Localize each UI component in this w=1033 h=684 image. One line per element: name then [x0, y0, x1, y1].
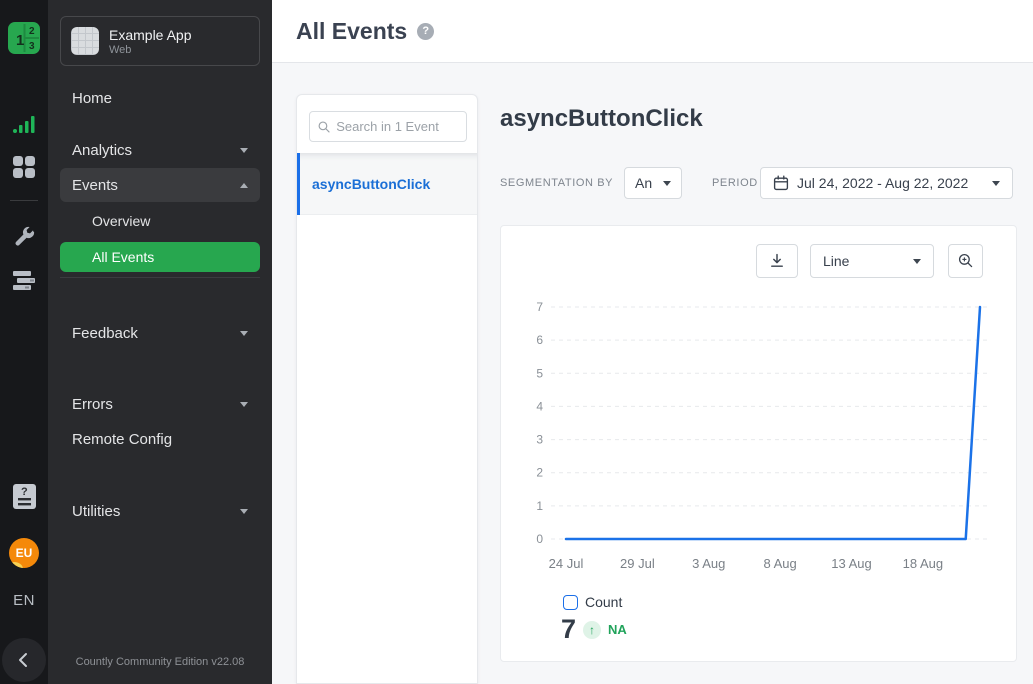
series-total: 7 ↑ NA	[561, 614, 627, 645]
total-count-value: 7	[561, 614, 576, 645]
app-name: Example App	[109, 27, 192, 44]
segmentation-dropdown[interactable]: An	[624, 167, 682, 199]
analytics-icon[interactable]	[0, 112, 48, 136]
svg-text:13 Aug: 13 Aug	[831, 556, 872, 571]
line-chart-svg[interactable]: 0 1 2 3 4 5 6 7 24 Jul 29 Jul 3 Aug 8 Aug 13 Aug 18 A…	[501, 226, 1018, 586]
sidebar-item-all-events[interactable]: All Events	[60, 242, 260, 272]
chevron-down-icon	[240, 331, 248, 336]
svg-text:6: 6	[536, 333, 543, 347]
svg-text:3: 3	[536, 433, 543, 447]
sidebar-collapse-button[interactable]	[2, 638, 46, 682]
app-platform: Web	[109, 44, 192, 56]
event-search[interactable]	[309, 111, 467, 142]
svg-text:2: 2	[29, 26, 35, 37]
icon-rail: 1 2 3	[0, 0, 48, 684]
period-dropdown[interactable]: Jul 24, 2022 - Aug 22, 2022	[760, 167, 1013, 199]
segmentation-label: SEGMENTATION BY	[500, 167, 613, 199]
event-list-item[interactable]: asyncButtonClick	[297, 153, 477, 215]
svg-text:7: 7	[536, 300, 543, 314]
trend-up-icon: ↑	[583, 621, 601, 639]
avatar-initials: EU	[16, 546, 33, 560]
svg-text:1: 1	[16, 32, 24, 49]
chevron-down-icon	[240, 509, 248, 514]
version-label: Countly Community Edition v22.08	[48, 656, 272, 668]
app-switcher[interactable]: Example App Web	[60, 16, 260, 66]
chevron-down-icon	[992, 181, 1000, 186]
svg-text:?: ?	[21, 486, 28, 498]
help-icon[interactable]: ?	[417, 23, 434, 40]
countly-logo-icon[interactable]: 1 2 3	[0, 21, 48, 55]
svg-text:1: 1	[536, 499, 543, 513]
docs-help-icon[interactable]: ?	[0, 483, 48, 510]
svg-text:29 Jul: 29 Jul	[620, 556, 655, 571]
chevron-down-icon	[663, 181, 671, 186]
events-list-panel: asyncButtonClick	[296, 94, 478, 684]
sidebar-item-errors[interactable]: Errors	[60, 388, 260, 420]
sidebar-item-utilities[interactable]: Utilities	[60, 495, 260, 527]
sidebar: Example App Web Home Analytics Events Ov…	[48, 0, 272, 684]
svg-text:3: 3	[29, 41, 35, 52]
search-icon	[318, 120, 330, 134]
sidebar-item-analytics[interactable]: Analytics	[60, 134, 260, 166]
svg-text:8 Aug: 8 Aug	[764, 556, 797, 571]
period-label: PERIOD	[712, 167, 758, 199]
svg-text:3 Aug: 3 Aug	[692, 556, 725, 571]
svg-text:4: 4	[536, 399, 543, 413]
page-header: All Events ?	[272, 0, 1033, 63]
sidebar-item-events[interactable]: Events	[60, 168, 260, 202]
language-selector[interactable]: EN	[0, 592, 48, 609]
sidebar-item-remote-config[interactable]: Remote Config	[60, 423, 260, 455]
trend-change-value: NA	[608, 622, 627, 637]
page-title: All Events	[296, 18, 407, 45]
chevron-up-icon	[240, 183, 248, 188]
svg-text:5: 5	[536, 366, 543, 380]
calendar-icon	[773, 175, 789, 191]
svg-text:18 Aug: 18 Aug	[903, 556, 944, 571]
event-detail-title: asyncButtonClick	[500, 105, 703, 133]
sidebar-divider	[60, 277, 260, 278]
app-icon	[71, 27, 99, 55]
chevron-left-icon	[16, 652, 32, 668]
svg-text:2: 2	[536, 466, 543, 480]
search-input[interactable]	[336, 119, 458, 134]
svg-text:24 Jul: 24 Jul	[549, 556, 584, 571]
sidebar-item-home[interactable]: Home	[60, 82, 260, 114]
chart-card: Line 0123456724 Jul29 Jul3 Aug8 Aug13 Au…	[500, 225, 1017, 662]
countly-app: 1 2 3	[0, 0, 1033, 684]
data-manager-icon[interactable]	[0, 269, 48, 293]
legend-label: Count	[585, 594, 622, 610]
chevron-down-icon	[240, 148, 248, 153]
rail-divider	[10, 200, 38, 201]
user-avatar[interactable]: EU	[0, 538, 48, 568]
chart-legend[interactable]: Count	[563, 594, 622, 610]
svg-text:0: 0	[536, 532, 543, 546]
wrench-icon[interactable]	[0, 224, 48, 248]
main-content: All Events ? asyncButtonClick asyncButto…	[272, 0, 1033, 684]
apps-grid-icon[interactable]	[0, 155, 48, 179]
sidebar-item-feedback[interactable]: Feedback	[60, 317, 260, 349]
chevron-down-icon	[240, 402, 248, 407]
legend-checkbox-count[interactable]	[563, 595, 578, 610]
sidebar-item-overview[interactable]: Overview	[60, 205, 260, 237]
